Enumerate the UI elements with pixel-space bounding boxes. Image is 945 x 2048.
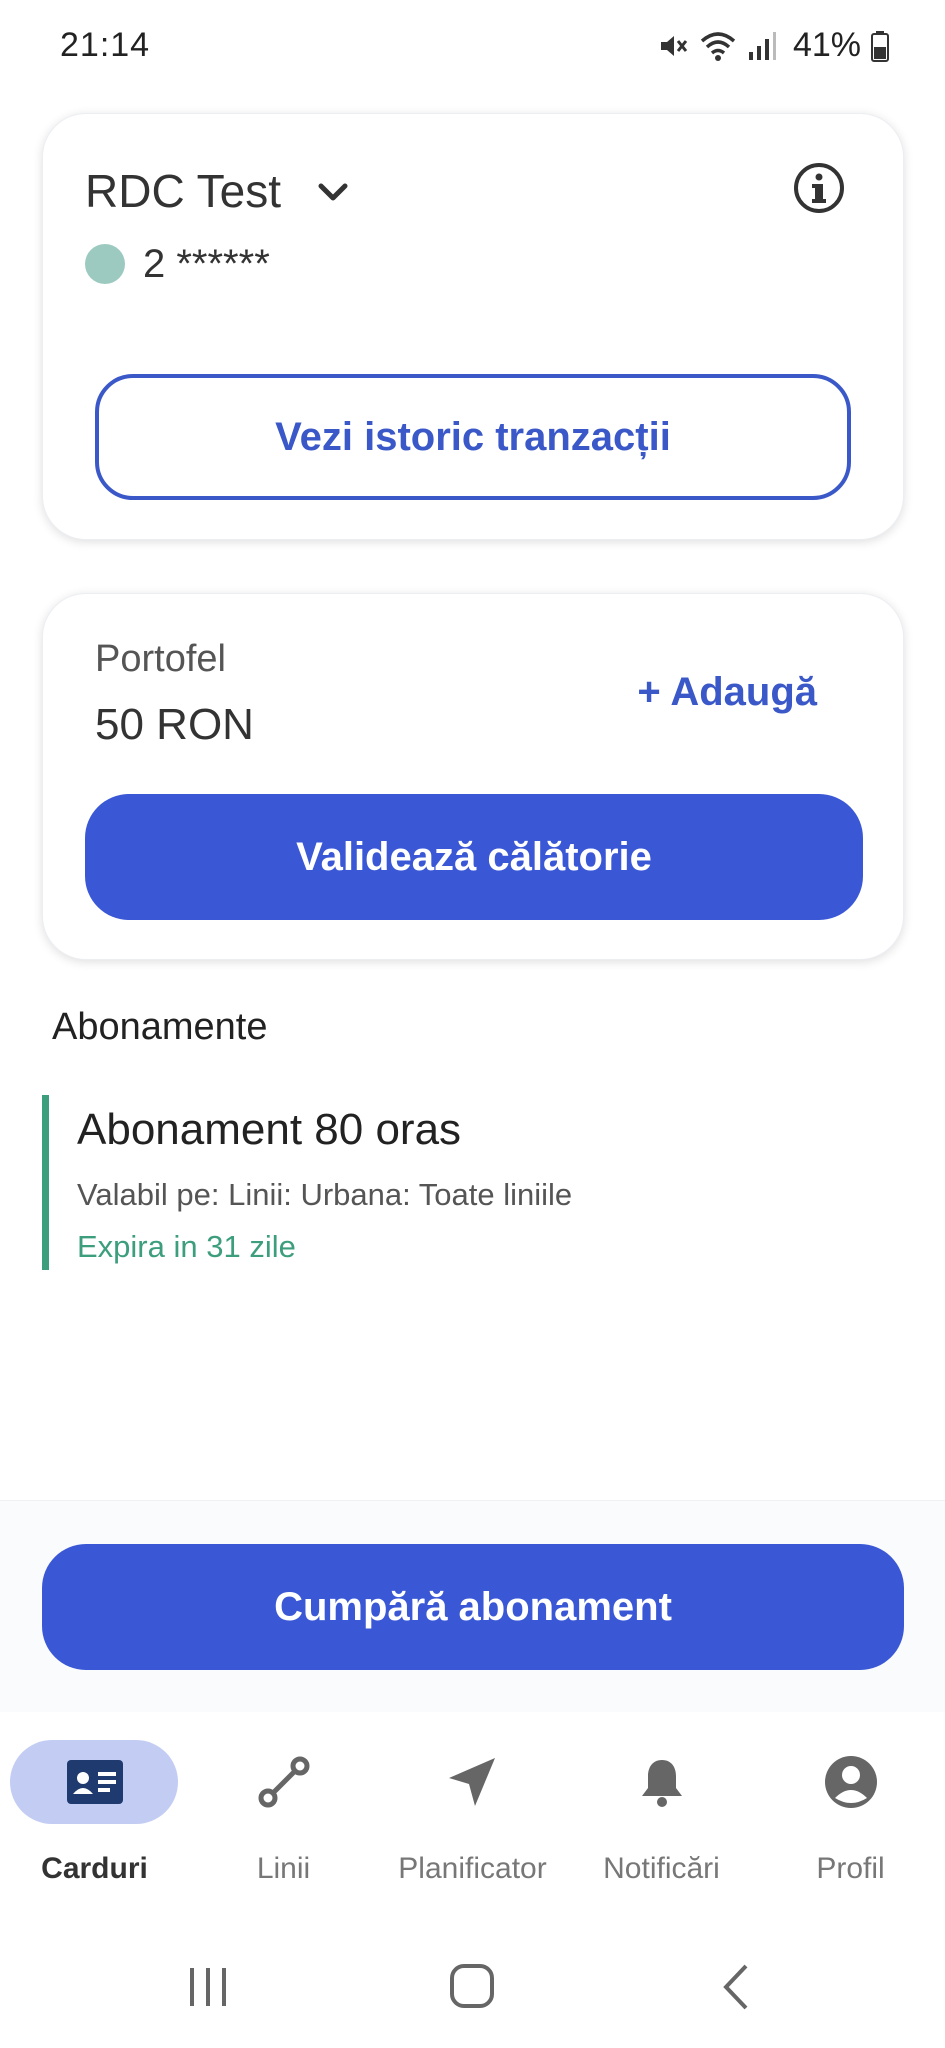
recent-apps-icon[interactable] xyxy=(178,1962,238,2012)
add-funds-link[interactable]: + Adaugă xyxy=(637,670,817,715)
battery-icon xyxy=(871,30,889,62)
account-name[interactable]: RDC Test xyxy=(85,164,281,218)
subscription-expiry: Expira in 31 zile xyxy=(77,1229,296,1264)
subscription-item[interactable]: Abonament 80 oras Valabil pe: Linii: Urb… xyxy=(42,1095,902,1270)
status-dot xyxy=(85,244,125,284)
bell-icon xyxy=(641,1760,682,1807)
nav-item-lines[interactable]: Linii xyxy=(189,1712,378,1912)
info-icon[interactable] xyxy=(793,162,845,214)
nav-item-cards[interactable]: Carduri xyxy=(0,1712,189,1912)
wallet-card: Portofel 50 RON + Adaugă Validează călăt… xyxy=(42,593,904,960)
nav-label-lines: Linii xyxy=(256,1852,311,1885)
nav-item-profile[interactable]: Profil xyxy=(756,1712,945,1912)
chevron-down-icon[interactable] xyxy=(313,172,353,212)
back-icon[interactable] xyxy=(708,1962,768,2012)
nav-label-planner: Planificator xyxy=(398,1852,547,1885)
status-icons: 41% xyxy=(657,26,889,65)
mute-icon xyxy=(660,35,688,56)
profile-icon xyxy=(824,1756,877,1808)
bottom-nav: Carduri Linii Planificator Notificări Pr… xyxy=(0,1712,945,1912)
account-card: RDC Test 2 ****** Vezi istoric tranzacți… xyxy=(42,113,904,540)
battery-percent: 41% xyxy=(792,26,861,64)
route-icon xyxy=(258,1756,309,1808)
validate-trip-button[interactable]: Validează călătorie xyxy=(85,794,863,920)
wallet-amount: 50 RON xyxy=(95,700,254,749)
card-icon xyxy=(66,1760,123,1804)
account-number: 2 ****** xyxy=(143,242,270,286)
buy-subscription-button[interactable]: Cumpără abonament xyxy=(42,1544,904,1670)
nav-label-profile: Profil xyxy=(816,1852,885,1885)
navigation-arrow-icon xyxy=(448,1758,495,1806)
home-icon[interactable] xyxy=(442,1962,502,2012)
status-bar: 21:14 41% xyxy=(0,0,945,92)
nav-label-notifications: Notificări xyxy=(603,1852,720,1885)
system-nav-bar xyxy=(0,1912,945,2048)
subscription-validity: Valabil pe: Linii: Urbana: Toate liniile xyxy=(77,1177,573,1212)
nav-item-planner[interactable]: Planificator xyxy=(378,1712,567,1912)
subscription-name: Abonament 80 oras xyxy=(77,1105,462,1154)
signal-icon xyxy=(748,31,776,60)
wallet-label: Portofel xyxy=(95,638,226,680)
transaction-history-button[interactable]: Vezi istoric tranzacții xyxy=(95,374,851,500)
subscriptions-title: Abonamente xyxy=(52,1006,268,1048)
status-time: 21:14 xyxy=(60,26,151,64)
nav-label-cards: Carduri xyxy=(41,1852,148,1885)
wifi-icon xyxy=(700,31,736,61)
nav-item-notifications[interactable]: Notificări xyxy=(567,1712,756,1912)
